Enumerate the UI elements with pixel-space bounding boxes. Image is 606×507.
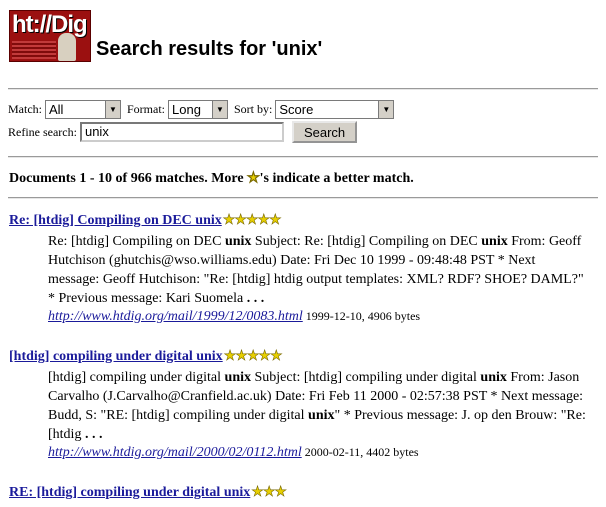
match-label: Match: bbox=[8, 101, 42, 116]
star-icon: ★ bbox=[274, 485, 287, 501]
star-icon: ★ bbox=[223, 349, 236, 365]
match-value: All bbox=[49, 101, 64, 117]
format-select[interactable]: Long ▼ bbox=[168, 99, 228, 119]
star-icon: ★ bbox=[247, 171, 260, 187]
excerpt-text: Subject: [htdig] compiling under digital bbox=[251, 370, 481, 385]
star-icon: ★ bbox=[257, 213, 270, 229]
refine-label: Refine search: bbox=[8, 124, 77, 139]
summary-text-after: 's indicate a better match. bbox=[259, 171, 414, 186]
star-icon: ★ bbox=[235, 349, 248, 365]
excerpt-highlight: unix bbox=[480, 370, 507, 385]
star-icon: ★ bbox=[262, 485, 276, 501]
excerpt-text: Re: [htdig] Compiling on DEC bbox=[48, 234, 225, 249]
format-value: Long bbox=[172, 101, 201, 117]
result-item: Re: [htdig] Compiling on DEC unix ★★★★★ … bbox=[9, 212, 599, 325]
result-url-link[interactable]: http://www.htdig.org/mail/2000/02/0112.h… bbox=[48, 445, 302, 460]
star-icon: ★ bbox=[245, 213, 259, 229]
sortby-value: Score bbox=[279, 101, 314, 117]
excerpt-highlight: unix bbox=[308, 408, 335, 423]
excerpt-highlight: unix bbox=[224, 370, 251, 385]
divider bbox=[8, 156, 598, 158]
header: ht://Dig bbox=[9, 10, 91, 62]
chevron-down-icon[interactable]: ▼ bbox=[212, 100, 227, 118]
result-url-link[interactable]: http://www.htdig.org/mail/1999/12/0083.h… bbox=[48, 309, 303, 324]
chevron-down-icon[interactable]: ▼ bbox=[378, 100, 394, 118]
star-icon: ★ bbox=[269, 349, 283, 365]
format-label: Format: bbox=[127, 101, 165, 116]
logo-text: ht://Dig bbox=[12, 11, 88, 38]
logo-figure bbox=[58, 33, 76, 61]
star-icon: ★ bbox=[251, 485, 264, 501]
search-form: Match: All ▼ Format: Long ▼ Sort by: Sco… bbox=[8, 98, 398, 143]
chevron-down-icon[interactable]: ▼ bbox=[105, 100, 120, 118]
excerpt-text: Subject: Re: [htdig] Compiling on DEC bbox=[251, 234, 482, 249]
divider bbox=[8, 88, 598, 90]
result-title-link[interactable]: [htdig] compiling under digital unix bbox=[9, 349, 223, 365]
excerpt-highlight: unix bbox=[481, 234, 508, 249]
result-excerpt: [htdig] compiling under digital unix Sub… bbox=[48, 368, 588, 444]
sortby-label: Sort by: bbox=[234, 101, 273, 116]
divider bbox=[8, 197, 598, 199]
excerpt-text: [htdig] compiling under digital bbox=[48, 370, 225, 385]
summary-text-before: Documents 1 - 10 of 966 matches. More bbox=[9, 171, 248, 186]
star-icon: ★ bbox=[258, 349, 271, 365]
logo-scribble bbox=[12, 41, 56, 59]
result-stars: ★★★★★ bbox=[223, 348, 283, 365]
result-excerpt: Re: [htdig] Compiling on DEC unix Subjec… bbox=[48, 232, 588, 308]
star-icon: ★ bbox=[222, 213, 235, 229]
excerpt-highlight: unix bbox=[224, 234, 252, 249]
search-button[interactable]: Search bbox=[291, 121, 358, 143]
star-icon: ★ bbox=[234, 213, 247, 229]
result-item: RE: [htdig] compiling under digital unix… bbox=[9, 484, 599, 501]
result-item: [htdig] compiling under digital unix ★★★… bbox=[9, 348, 599, 461]
sortby-select[interactable]: Score ▼ bbox=[275, 99, 395, 119]
refine-search-input[interactable]: unix bbox=[79, 122, 284, 142]
result-title-link[interactable]: Re: [htdig] Compiling on DEC unix bbox=[9, 213, 222, 229]
match-select[interactable]: All ▼ bbox=[45, 99, 121, 119]
excerpt-ellipsis: . . . bbox=[243, 291, 265, 306]
result-stars: ★★★ bbox=[251, 484, 287, 501]
star-icon: ★ bbox=[269, 213, 282, 229]
result-title-link[interactable]: RE: [htdig] compiling under digital unix bbox=[9, 485, 250, 501]
results-summary: Documents 1 - 10 of 966 matches. More ★'… bbox=[9, 170, 414, 187]
result-meta: 2000-02-11, 4402 bytes bbox=[304, 445, 419, 459]
result-stars: ★★★★★ bbox=[222, 212, 282, 229]
htdig-logo[interactable]: ht://Dig bbox=[9, 10, 91, 62]
page-title: Search results for 'unix' bbox=[96, 38, 323, 60]
excerpt-ellipsis: . . . bbox=[81, 427, 103, 442]
result-meta: 1999-12-10, 4906 bytes bbox=[305, 309, 421, 323]
star-icon: ★ bbox=[246, 349, 260, 365]
